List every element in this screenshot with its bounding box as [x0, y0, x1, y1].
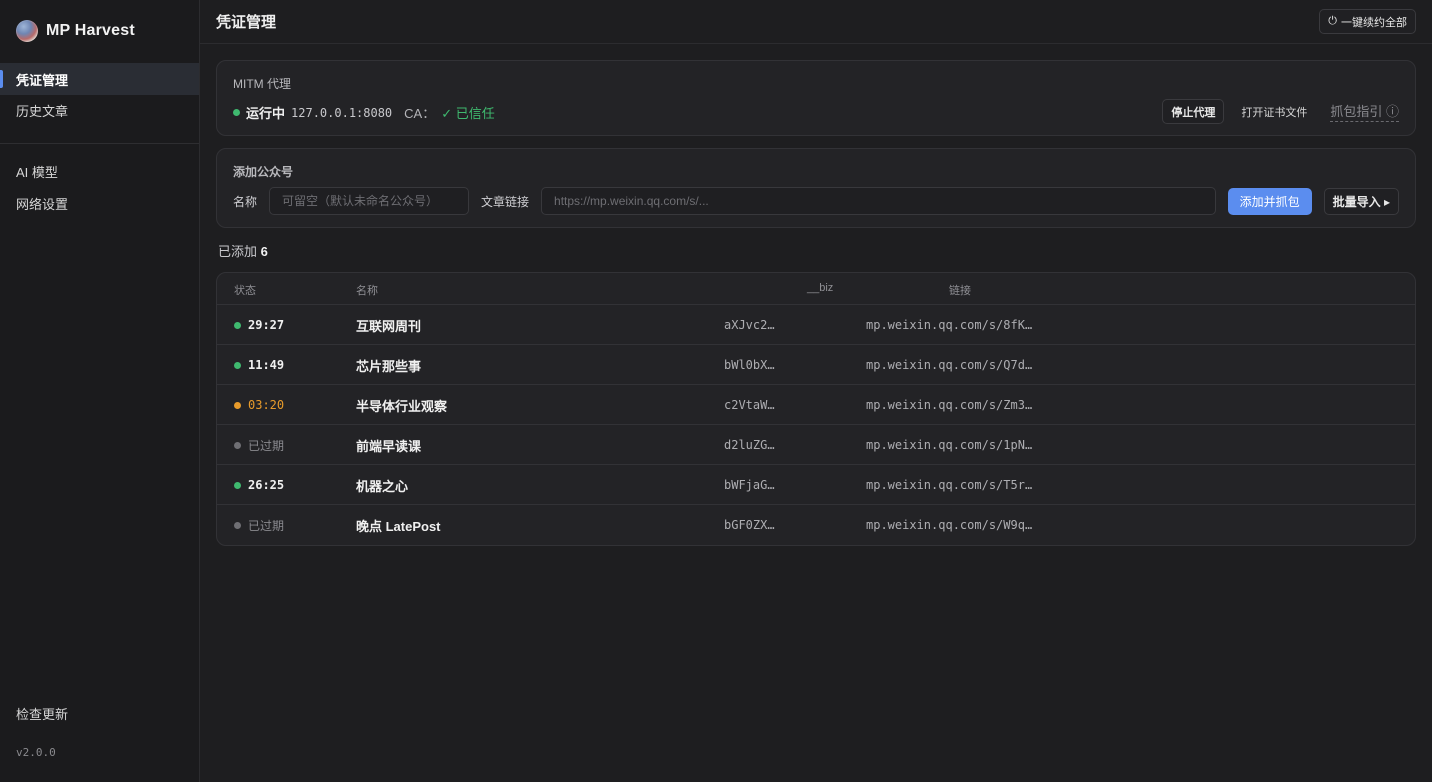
row-status-text: 已过期: [248, 518, 285, 533]
table-row[interactable]: 26:25 机器之心 bWFjaG… mp.weixin.qq.com/s/T5r…: [217, 465, 1415, 505]
added-count: 已添加 6: [218, 241, 268, 260]
article-link-input[interactable]: [541, 187, 1216, 215]
status-dot-icon: [234, 401, 241, 409]
column-biz: __biz: [807, 282, 834, 294]
sidebar-item-history[interactable]: 历史文章: [0, 94, 199, 126]
row-name: 芯片那些事: [356, 358, 422, 374]
row-name: 晚点 LatePost: [356, 518, 441, 534]
sidebar-divider: [0, 143, 199, 144]
row-name: 半导体行业观察: [356, 398, 448, 414]
app-logo-icon: [16, 20, 38, 42]
table-row[interactable]: 29:27 互联网周刊 aXJvc2… mp.weixin.qq.com/s/8fK…: [217, 305, 1415, 345]
mitm-proxy-card: MITM 代理 运行中 127.0.0.1:8080 CA： ✓ 已信任 停止代…: [216, 60, 1416, 136]
sidebar-item-ai-model[interactable]: AI 模型: [0, 155, 199, 187]
row-biz: bWFjaG…: [724, 478, 775, 492]
row-link[interactable]: mp.weixin.qq.com/s/Zm3…: [866, 385, 1032, 425]
sidebar-item-label: 网络设置: [16, 196, 69, 212]
version-label: v2.0.0: [16, 746, 56, 759]
sidebar-item-label: 凭证管理: [16, 72, 69, 88]
row-biz: bWl0bX…: [724, 358, 775, 372]
table-row[interactable]: 11:49 芯片那些事 bWl0bX… mp.weixin.qq.com/s/Q7d…: [217, 345, 1415, 385]
batch-import-button[interactable]: 批量导入 ▸: [1323, 187, 1399, 215]
row-biz: d2luZG…: [724, 438, 775, 452]
row-link[interactable]: mp.weixin.qq.com/s/W9q…: [866, 505, 1032, 545]
row-status-text: 26:25: [248, 478, 285, 492]
row-biz: c2VtaW…: [724, 398, 775, 412]
row-link[interactable]: mp.weixin.qq.com/s/T5r…: [866, 465, 1032, 505]
row-link[interactable]: mp.weixin.qq.com/s/1pN…: [866, 425, 1032, 465]
name-input[interactable]: [269, 187, 470, 215]
table-row[interactable]: 已过期 前端早读课 d2luZG… mp.weixin.qq.com/s/1pN…: [217, 425, 1415, 465]
sidebar-item-network[interactable]: 网络设置: [0, 187, 199, 219]
status-dot-icon: [234, 521, 241, 529]
open-cert-button[interactable]: 打开证书文件: [1232, 99, 1316, 124]
page-title: 凭证管理: [216, 14, 277, 31]
status-dot-icon: [234, 481, 241, 489]
link-label: 文章链接: [481, 194, 530, 209]
row-name: 互联网周刊: [356, 318, 422, 334]
row-link[interactable]: mp.weixin.qq.com/s/8fK…: [866, 305, 1032, 345]
row-biz: bGF0ZX…: [724, 518, 775, 532]
renew-all-button[interactable]: ⏻ 一键续约全部: [1319, 9, 1416, 34]
ca-label: CA：: [404, 106, 436, 121]
row-status: 11:49: [234, 345, 284, 385]
power-icon: ⏻: [1328, 15, 1337, 27]
stop-proxy-button[interactable]: 停止代理: [1162, 99, 1225, 124]
row-name: 前端早读课: [356, 438, 422, 454]
brand: MP Harvest: [16, 19, 135, 43]
check-update-label: 检查更新: [16, 706, 69, 722]
proxy-address: 127.0.0.1:8080: [291, 105, 393, 120]
topbar: 凭证管理 ⏻ 一键续约全部: [200, 0, 1432, 44]
proxy-status-text: 运行中: [246, 106, 286, 121]
added-count-label: 已添加: [218, 244, 258, 259]
status-dot-icon: [233, 109, 240, 116]
sidebar-item-label: AI 模型: [16, 164, 58, 180]
column-link: 链接: [949, 285, 971, 297]
add-account-form: 名称 文章链接 添加并抓包 批量导入 ▸: [233, 187, 1399, 215]
sidebar-item-credentials[interactable]: 凭证管理: [0, 63, 199, 95]
row-status: 03:20: [234, 385, 284, 425]
proxy-status: 运行中 127.0.0.1:8080 CA： ✓ 已信任: [233, 103, 495, 122]
ca-status: ✓ 已信任: [441, 106, 495, 121]
added-count-value: 6: [260, 244, 268, 259]
column-name: 名称: [356, 285, 378, 297]
name-label: 名称: [233, 194, 258, 209]
mitm-title: MITM 代理: [233, 77, 291, 91]
row-link[interactable]: mp.weixin.qq.com/s/Q7d…: [866, 345, 1032, 385]
add-and-capture-button[interactable]: 添加并抓包: [1227, 187, 1312, 215]
add-account-card: 添加公众号 名称 文章链接 添加并抓包 批量导入 ▸: [216, 148, 1416, 228]
sidebar-item-label: 历史文章: [16, 103, 69, 119]
row-status: 29:27: [234, 305, 284, 345]
row-status-text: 29:27: [248, 318, 285, 332]
row-status: 26:25: [234, 465, 284, 505]
table-row[interactable]: 03:20 半导体行业观察 c2VtaW… mp.weixin.qq.com/s/Zm…: [217, 385, 1415, 425]
row-status-text: 已过期: [248, 438, 285, 453]
table-header: 状态 名称 __biz 链接: [217, 273, 1415, 305]
status-dot-icon: [234, 321, 241, 329]
row-status: 已过期: [234, 505, 284, 545]
check-update-button[interactable]: 检查更新: [0, 697, 199, 729]
sidebar: MP Harvest 凭证管理 历史文章 AI 模型 网络设置 检查更新 v2.…: [0, 0, 200, 782]
row-name: 机器之心: [356, 478, 409, 494]
add-account-title: 添加公众号: [233, 165, 294, 179]
row-status-text: 03:20: [248, 398, 285, 412]
app-name: MP Harvest: [46, 22, 135, 39]
status-dot-icon: [234, 441, 241, 449]
row-status-text: 11:49: [248, 358, 285, 372]
renew-all-label: 一键续约全部: [1341, 16, 1407, 29]
accounts-table: 状态 名称 __biz 链接 29:27 互联网周刊 aXJvc2… mp.weixi…: [216, 272, 1416, 546]
row-biz: aXJvc2…: [724, 318, 775, 332]
column-status: 状态: [234, 285, 256, 297]
status-dot-icon: [234, 361, 241, 369]
mitm-actions: 停止代理 打开证书文件 抓包指引 ⓘ: [1162, 99, 1399, 124]
row-status: 已过期: [234, 425, 284, 465]
table-row[interactable]: 已过期 晚点 LatePost bGF0ZX… mp.weixin.qq.com/s/…: [217, 505, 1415, 545]
capture-guide-link[interactable]: 抓包指引 ⓘ: [1330, 101, 1399, 122]
